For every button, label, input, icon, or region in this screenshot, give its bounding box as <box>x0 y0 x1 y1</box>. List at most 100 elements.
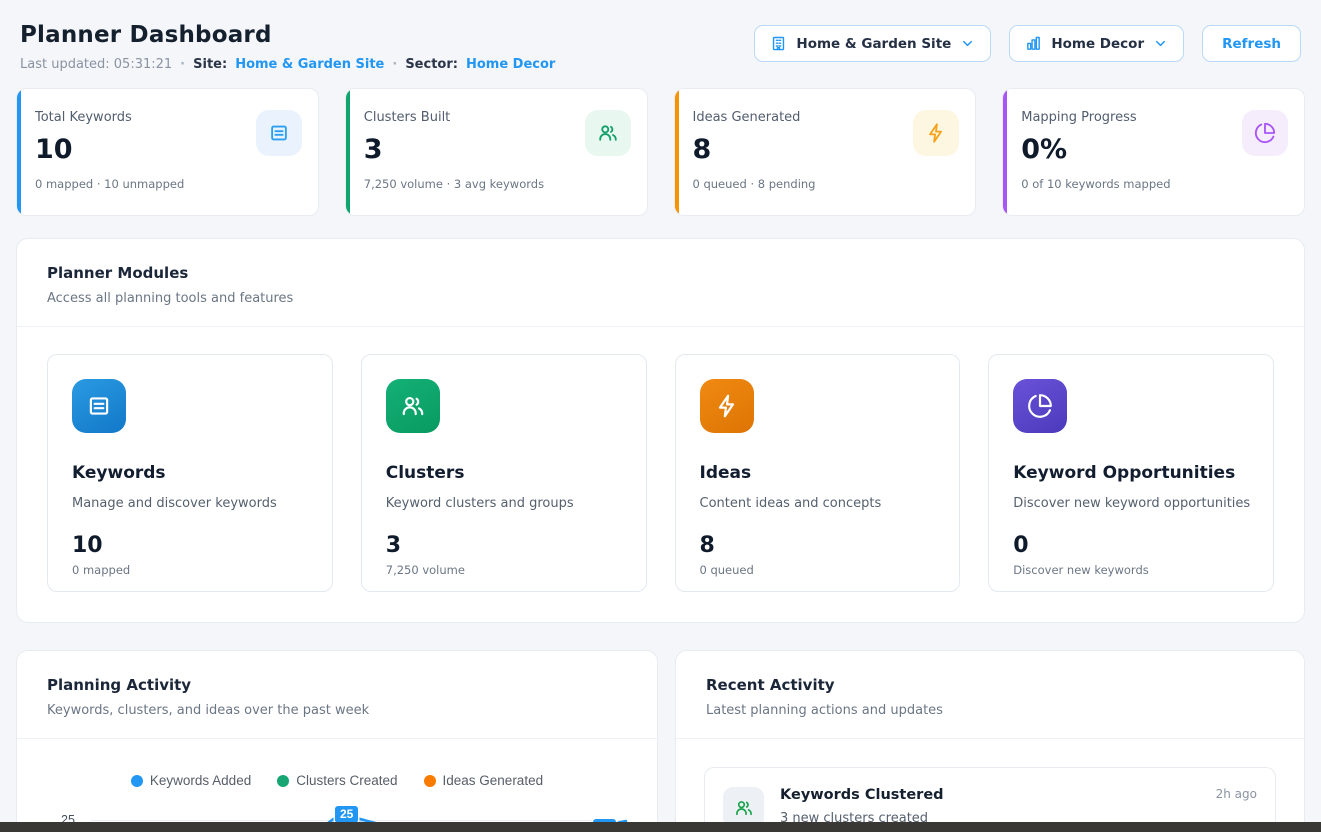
stats-row: Total Keywords 10 0 mapped · 10 unmapped… <box>16 88 1305 216</box>
recent-activity-list: Keywords Clustered 2h ago 3 new clusters… <box>676 739 1304 832</box>
bottom-dark-strip <box>0 822 1321 832</box>
panel-title: Recent Activity <box>706 676 1274 694</box>
module-description: Content ideas and concepts <box>700 496 938 511</box>
stat-value: 10 <box>35 134 184 165</box>
users-icon <box>386 379 440 433</box>
planner-dashboard-page: Planner Dashboard Last updated: 05:31:21… <box>0 0 1321 832</box>
stat-sub: 7,250 volume · 3 avg keywords <box>364 177 544 191</box>
legend-dot-icon <box>277 775 289 787</box>
sector-selector-dropdown[interactable]: Home Decor <box>1009 25 1184 62</box>
legend-dot-icon <box>131 775 143 787</box>
stat-label: Total Keywords <box>35 110 184 125</box>
sector-label: Sector: <box>405 57 458 72</box>
module-sub: 7,250 volume <box>386 563 624 577</box>
legend-item-ideas-generated[interactable]: Ideas Generated <box>424 773 544 788</box>
site-selector-dropdown[interactable]: Home & Garden Site <box>754 25 991 62</box>
meta-separator: · <box>392 57 397 72</box>
legend-item-keywords-added[interactable]: Keywords Added <box>131 773 251 788</box>
module-sub: 0 mapped <box>72 563 310 577</box>
recent-activity-card: Recent Activity Latest planning actions … <box>675 650 1305 832</box>
module-card-clusters[interactable]: Clusters Keyword clusters and groups 3 7… <box>361 354 647 592</box>
panel-title: Planner Modules <box>47 264 1274 282</box>
module-title: Clusters <box>386 463 624 483</box>
stat-sub: 0 of 10 keywords mapped <box>1021 177 1170 191</box>
legend-item-clusters-created[interactable]: Clusters Created <box>277 773 397 788</box>
stat-value: 0% <box>1021 134 1170 165</box>
users-icon <box>585 110 631 156</box>
stat-label: Mapping Progress <box>1021 110 1170 125</box>
legend-label: Keywords Added <box>150 773 251 788</box>
site-selector-label: Home & Garden Site <box>796 36 951 52</box>
meta-row: Last updated: 05:31:21 · Site: Home & Ga… <box>20 57 555 72</box>
stat-sub: 0 queued · 8 pending <box>693 177 816 191</box>
legend-label: Clusters Created <box>296 773 397 788</box>
refresh-button[interactable]: Refresh <box>1202 25 1301 62</box>
panel-subtitle: Keywords, clusters, and ideas over the p… <box>47 703 627 718</box>
page-title: Planner Dashboard <box>20 22 555 48</box>
module-card-keywords[interactable]: Keywords Manage and discover keywords 10… <box>47 354 333 592</box>
stat-value: 3 <box>364 134 544 165</box>
building-icon <box>770 35 787 52</box>
sector-link[interactable]: Home Decor <box>466 57 555 72</box>
stat-card-text: Mapping Progress 0% 0 of 10 keywords map… <box>1021 104 1170 201</box>
module-stat: 3 <box>386 533 624 558</box>
panel-subtitle: Latest planning actions and updates <box>706 703 1274 718</box>
bottom-row: Planning Activity Keywords, clusters, an… <box>16 650 1305 832</box>
planning-activity-card: Planning Activity Keywords, clusters, an… <box>16 650 658 832</box>
stat-card-total-keywords: Total Keywords 10 0 mapped · 10 unmapped <box>16 88 319 216</box>
header-left: Planner Dashboard Last updated: 05:31:21… <box>20 22 555 72</box>
last-updated-text: Last updated: 05:31:21 <box>20 57 172 72</box>
zap-icon <box>913 110 959 156</box>
legend-dot-icon <box>424 775 436 787</box>
module-title: Ideas <box>700 463 938 483</box>
module-stat: 0 <box>1013 533 1251 558</box>
module-description: Manage and discover keywords <box>72 496 310 511</box>
module-description: Keyword clusters and groups <box>386 496 624 511</box>
module-sub: 0 queued <box>700 563 938 577</box>
meta-separator: · <box>180 57 185 72</box>
site-label: Site: <box>193 57 227 72</box>
recent-activity-header: Recent Activity Latest planning actions … <box>676 651 1304 738</box>
stat-card-text: Ideas Generated 8 0 queued · 8 pending <box>693 104 816 201</box>
module-description: Discover new keyword opportunities <box>1013 496 1251 511</box>
header-actions: Home & Garden Site Home Decor Refresh <box>754 25 1301 62</box>
zap-icon <box>700 379 754 433</box>
chevron-down-icon <box>960 36 975 51</box>
modules-grid: Keywords Manage and discover keywords 10… <box>17 327 1304 622</box>
module-title: Keyword Opportunities <box>1013 463 1251 483</box>
site-link[interactable]: Home & Garden Site <box>235 57 384 72</box>
stat-card-text: Total Keywords 10 0 mapped · 10 unmapped <box>35 104 184 201</box>
planning-activity-header: Planning Activity Keywords, clusters, an… <box>17 651 657 738</box>
divider <box>17 738 657 739</box>
pie-chart-icon <box>1013 379 1067 433</box>
stat-card-text: Clusters Built 3 7,250 volume · 3 avg ke… <box>364 104 544 201</box>
activity-timestamp: 2h ago <box>1216 787 1257 801</box>
stat-card-mapping-progress: Mapping Progress 0% 0 of 10 keywords map… <box>1002 88 1305 216</box>
data-label-25: 25 <box>335 806 358 823</box>
stat-label: Clusters Built <box>364 110 544 125</box>
panel-title: Planning Activity <box>47 676 627 694</box>
stat-label: Ideas Generated <box>693 110 816 125</box>
module-card-keyword-opportunities[interactable]: Keyword Opportunities Discover new keywo… <box>988 354 1274 592</box>
activity-title: Keywords Clustered <box>780 787 944 803</box>
module-stat: 8 <box>700 533 938 558</box>
stat-card-clusters-built: Clusters Built 3 7,250 volume · 3 avg ke… <box>345 88 648 216</box>
planner-modules-panel: Planner Modules Access all planning tool… <box>16 238 1305 623</box>
module-stat: 10 <box>72 533 310 558</box>
chevron-down-icon <box>1153 36 1168 51</box>
module-card-ideas[interactable]: Ideas Content ideas and concepts 8 0 que… <box>675 354 961 592</box>
page-header: Planner Dashboard Last updated: 05:31:21… <box>16 14 1305 72</box>
file-text-icon <box>72 379 126 433</box>
chart-legend: Keywords Added Clusters Created Ideas Ge… <box>45 773 629 788</box>
sector-selector-label: Home Decor <box>1051 36 1144 52</box>
module-title: Keywords <box>72 463 310 483</box>
stat-value: 8 <box>693 134 816 165</box>
stat-card-ideas-generated: Ideas Generated 8 0 queued · 8 pending <box>674 88 977 216</box>
planner-modules-header: Planner Modules Access all planning tool… <box>17 239 1304 326</box>
stat-sub: 0 mapped · 10 unmapped <box>35 177 184 191</box>
refresh-button-label: Refresh <box>1222 36 1281 52</box>
bar-chart-icon <box>1025 35 1042 52</box>
legend-label: Ideas Generated <box>443 773 544 788</box>
file-text-icon <box>256 110 302 156</box>
panel-subtitle: Access all planning tools and features <box>47 291 1274 306</box>
